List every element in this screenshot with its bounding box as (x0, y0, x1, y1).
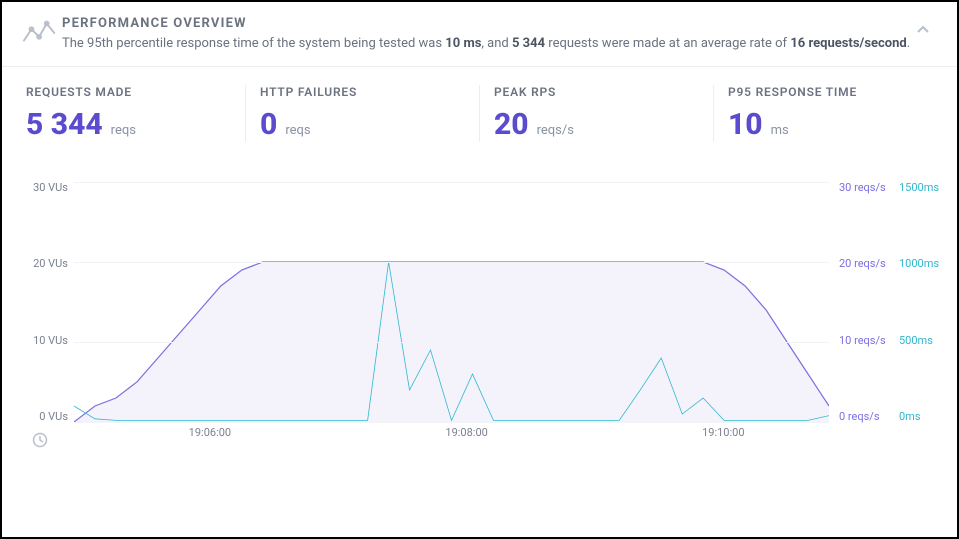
stat-value: 20 (494, 107, 529, 142)
header-title: PERFORMANCE OVERVIEW (62, 16, 915, 31)
stat-unit: reqs/s (537, 123, 574, 138)
clock-icon (32, 432, 48, 448)
stats-row: REQUESTS MADE 5 344 reqs HTTP FAILURES 0… (2, 67, 957, 142)
stat-value: 5 344 (26, 107, 103, 142)
y-axis-right-ms: 1500ms1000ms500ms0ms (899, 182, 947, 422)
stat-requests-made: REQUESTS MADE 5 344 reqs (12, 85, 245, 142)
stat-p95-response-time: P95 RESPONSE TIME 10 ms (713, 85, 947, 142)
y-axis-right-reqs: 30 reqs/s20 reqs/s10 reqs/s0 reqs/s (839, 182, 899, 422)
collapse-toggle[interactable] (915, 16, 935, 42)
stat-value: 0 (260, 107, 277, 142)
stat-http-failures: HTTP FAILURES 0 reqs (245, 85, 479, 142)
header-subtitle: The 95th percentile response time of the… (62, 35, 915, 54)
stat-value: 10 (728, 107, 763, 142)
performance-chart: 30 VUs20 VUs10 VUs0 VUs 30 reqs/s20 reqs… (12, 182, 947, 452)
stat-unit: reqs (285, 123, 310, 138)
stat-peak-rps: PEAK RPS 20 reqs/s (479, 85, 713, 142)
y-axis-left: 30 VUs20 VUs10 VUs0 VUs (12, 182, 68, 422)
header: PERFORMANCE OVERVIEW The 95th percentile… (2, 2, 957, 67)
stat-unit: ms (771, 123, 789, 138)
performance-icon (20, 16, 62, 50)
plot-area (74, 182, 829, 422)
stat-unit: reqs (111, 123, 136, 138)
x-axis: 19:06:0019:08:0019:10:00 (74, 426, 829, 446)
